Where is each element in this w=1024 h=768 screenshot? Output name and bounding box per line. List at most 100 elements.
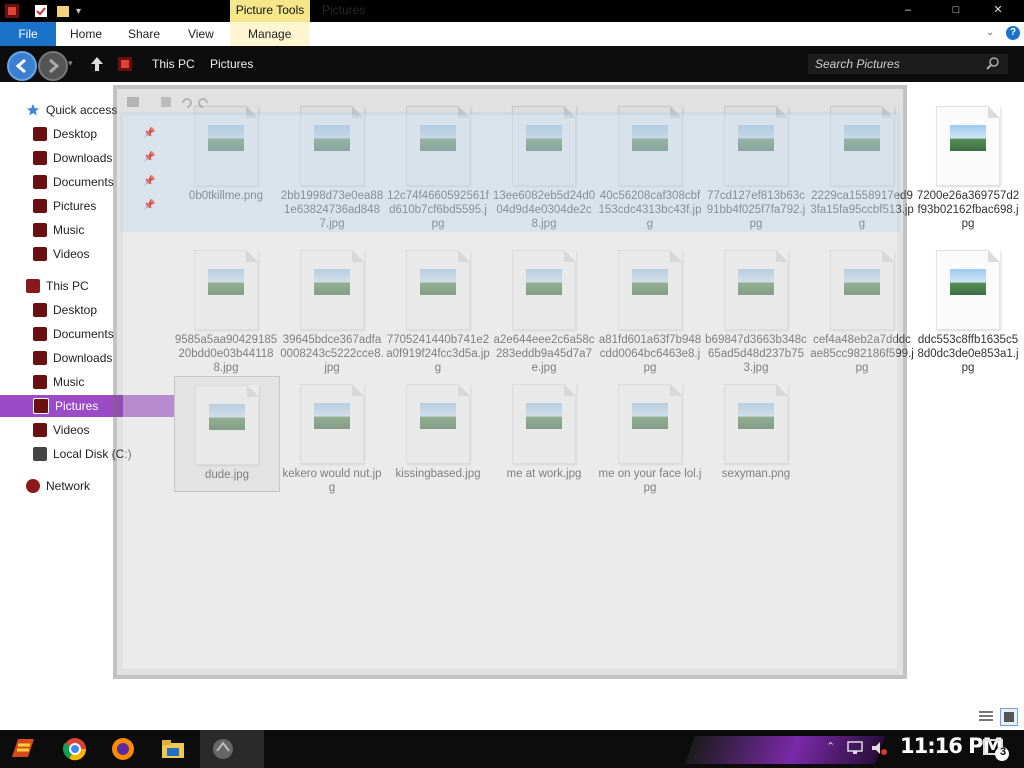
app-icon[interactable]	[4, 2, 20, 20]
title-bar: ▾ Picture Tools Pictures – □ ✕	[0, 0, 1024, 22]
maximize-button[interactable]: □	[934, 2, 978, 20]
file-name: 7200e26a369757d2f93b02162fbac698.jpg	[916, 190, 1020, 230]
file-item[interactable]: me at work.jpg	[492, 376, 596, 481]
file-item[interactable]: kekero would nut.jpg	[280, 376, 384, 495]
window-title: Pictures	[322, 3, 366, 17]
sidebar-item-label: Downloads	[53, 351, 113, 365]
image-file-icon	[724, 384, 788, 464]
search-icon[interactable]	[986, 56, 1000, 73]
ghost-highlight-band	[120, 112, 900, 232]
file-name: dude.jpg	[204, 469, 250, 481]
new-folder-icon[interactable]	[56, 2, 70, 20]
details-view-icon[interactable]	[978, 708, 994, 724]
file-item[interactable]: cef4a48eb2a7dddcae85cc982186f599.jpg	[810, 242, 914, 375]
close-button[interactable]: ✕	[976, 2, 1020, 20]
image-file-icon	[194, 250, 258, 330]
file-name: a2e644eee2c6a58c283eddb9a45d7a7e.jpg	[493, 334, 595, 374]
chrome-icon[interactable]	[58, 734, 92, 764]
notification-count: 3	[999, 746, 1007, 758]
sidebar-item-label: Local Disk (C:)	[53, 447, 132, 461]
help-icon[interactable]: ?	[1006, 26, 1020, 40]
documents-icon	[33, 327, 47, 341]
file-item[interactable]: kissingbased.jpg	[386, 376, 490, 481]
downloads-icon	[33, 351, 47, 365]
file-name: 7705241440b741e2a0f919f24fcc3d5a.jpg	[386, 334, 490, 374]
file-item[interactable]: a81fd601a63f7b948cdd0064bc6463e8.jpg	[598, 242, 702, 375]
sidebar-item-label: Documents	[53, 175, 114, 189]
firefox-icon[interactable]	[106, 734, 140, 764]
pictures-icon	[33, 199, 47, 213]
image-file-icon	[936, 106, 1000, 186]
search-input[interactable]: Search Pictures	[808, 54, 1008, 74]
sidebar-item-network[interactable]: Network	[0, 475, 183, 497]
image-file-icon	[936, 250, 1000, 330]
up-arrow-icon[interactable]	[88, 55, 106, 76]
file-name: ddc553c8ffb1635c58d0dc3de0e853a1.jpg	[917, 334, 1019, 374]
sidebar-item-label: Videos	[53, 423, 90, 437]
downloads-icon	[33, 151, 47, 165]
forward-button[interactable]	[38, 51, 68, 81]
active-window-icon[interactable]	[206, 734, 240, 764]
pictures-folder-icon	[117, 56, 133, 75]
file-item[interactable]: 9585a5aa9042918520bdd0e03b441188.jpg	[174, 242, 278, 375]
file-name: a81fd601a63f7b948cdd0064bc6463e8.jpg	[598, 334, 702, 374]
image-file-icon	[618, 384, 682, 464]
properties-icon[interactable]	[34, 2, 48, 20]
large-icons-view-icon[interactable]	[1000, 708, 1018, 726]
start-button[interactable]	[6, 734, 40, 764]
network-tray-icon[interactable]	[846, 740, 864, 759]
image-file-icon	[512, 384, 576, 464]
file-name: kekero would nut.jpg	[282, 468, 382, 494]
file-item-selected[interactable]: dude.jpg	[174, 376, 280, 492]
drive-icon	[33, 447, 47, 461]
recent-locations-icon[interactable]: ▾	[68, 58, 73, 69]
desktop-icon	[33, 127, 47, 141]
tab-view[interactable]: View	[188, 22, 214, 46]
tab-manage[interactable]: Manage	[248, 22, 291, 46]
file-item[interactable]: me on your face lol.jpg	[598, 376, 702, 495]
tab-home[interactable]: Home	[70, 22, 102, 46]
sidebar-item-label: Quick access	[46, 103, 118, 117]
back-button[interactable]	[7, 51, 37, 81]
tab-file[interactable]: File	[0, 22, 56, 46]
file-item[interactable]: 7200e26a369757d2f93b02162fbac698.jpg	[916, 98, 1020, 231]
music-icon	[33, 375, 47, 389]
file-name: cef4a48eb2a7dddcae85cc982186f599.jpg	[810, 334, 914, 374]
file-item[interactable]: sexyman.png	[704, 376, 808, 481]
videos-icon	[33, 247, 47, 261]
show-hidden-icons-icon[interactable]: ⌃	[826, 740, 835, 753]
sidebar-item-this-pc[interactable]: This PC	[0, 275, 183, 297]
file-item[interactable]: a2e644eee2c6a58c283eddb9a45d7a7e.jpg	[492, 242, 596, 375]
breadcrumb-pictures[interactable]: Pictures	[210, 57, 253, 71]
sidebar-item-label: Network	[46, 479, 91, 493]
breadcrumb-this-pc[interactable]: This PC	[152, 57, 195, 71]
computer-icon	[26, 279, 40, 293]
sidebar-item-label: Documents	[53, 327, 114, 341]
pictures-icon	[33, 398, 49, 414]
image-file-icon	[512, 250, 576, 330]
image-file-icon	[300, 384, 364, 464]
expand-ribbon-icon[interactable]: ⌄	[986, 27, 994, 38]
desktop-icon	[33, 303, 47, 317]
file-item[interactable]: ddc553c8ffb1635c58d0dc3de0e853a1.jpg	[916, 242, 1020, 375]
ribbon-tabs: File Home Share View Manage ⌄ ?	[0, 22, 1024, 47]
file-item[interactable]: b69847d3663b348c65ad5d48d237b753.jpg	[704, 242, 808, 375]
minimize-button[interactable]: –	[886, 2, 930, 20]
file-item[interactable]: 39645bdce367adfa0008243c5222cce8.jpg	[280, 242, 384, 375]
tab-share[interactable]: Share	[128, 22, 160, 46]
file-name: sexyman.png	[721, 468, 791, 480]
volume-muted-icon[interactable]	[870, 740, 888, 759]
file-explorer-icon[interactable]	[156, 734, 190, 764]
picture-tools-label: Picture Tools	[230, 0, 310, 22]
sidebar-item-label: Music	[53, 223, 85, 237]
image-file-icon	[406, 250, 470, 330]
image-file-icon	[406, 384, 470, 464]
image-file-icon	[195, 385, 259, 465]
file-name: 39645bdce367adfa0008243c5222cce8.jpg	[280, 334, 384, 374]
sidebar-item-label: Desktop	[53, 127, 98, 141]
customize-qat-icon[interactable]: ▾	[76, 2, 81, 20]
sidebar-item-label: Desktop	[53, 303, 98, 317]
sidebar-item-label: Videos	[53, 247, 90, 261]
file-name: b69847d3663b348c65ad5d48d237b753.jpg	[705, 334, 807, 374]
file-item[interactable]: 7705241440b741e2a0f919f24fcc3d5a.jpg	[386, 242, 490, 375]
